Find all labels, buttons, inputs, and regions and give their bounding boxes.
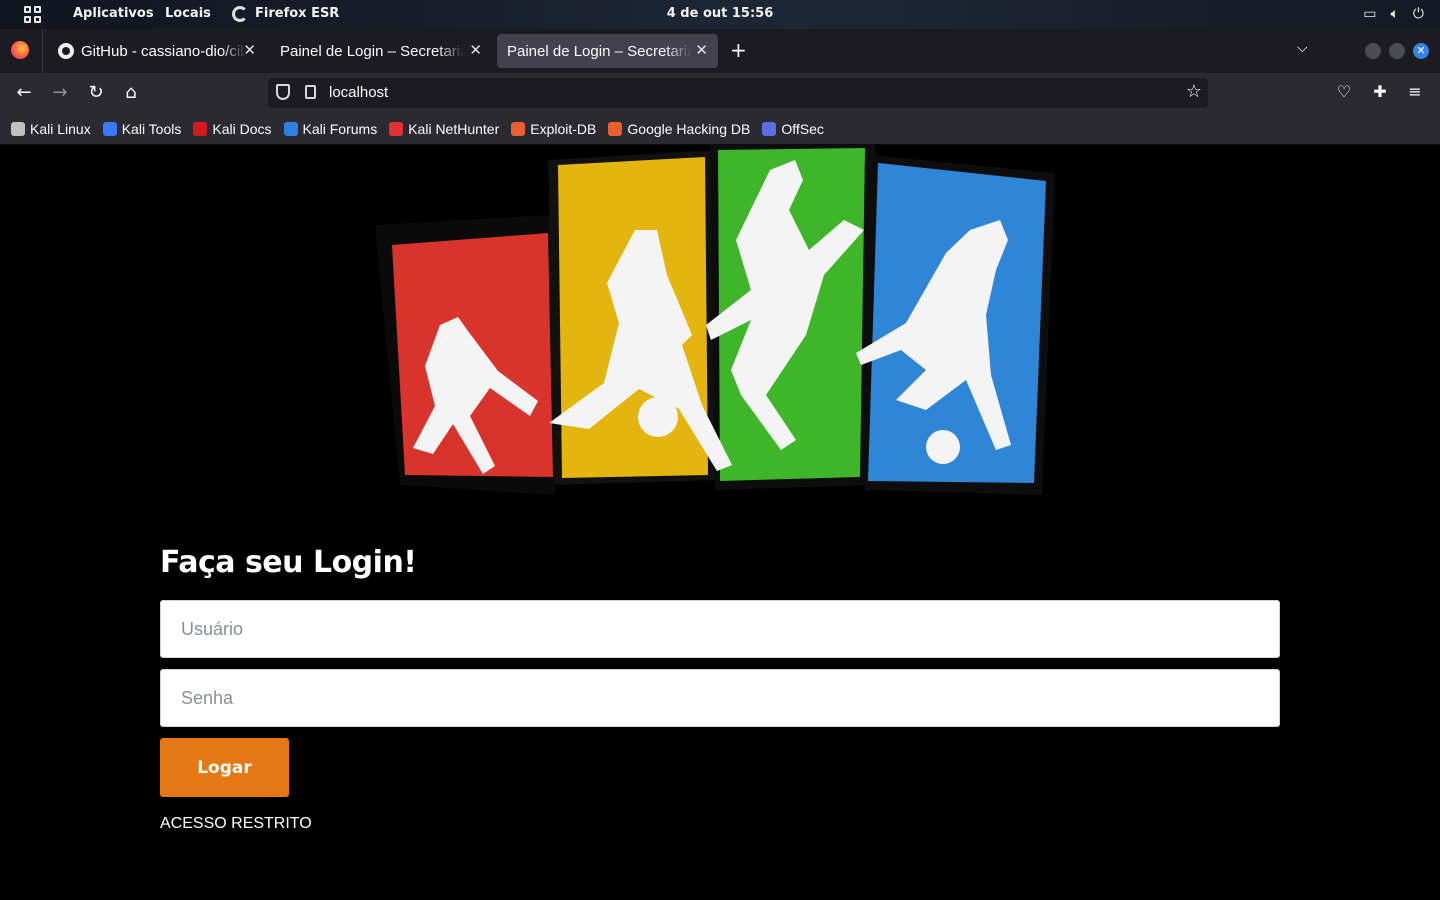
tab-title: Painel de Login – Secretaria d [507,42,692,60]
kali-forums-icon [283,121,298,136]
username-input[interactable] [160,600,1280,658]
system-top-panel: Aplicativos Locais Firefox ESR 4 de out … [0,0,1440,29]
kali-tools-icon [102,121,117,136]
kali-nethunter-icon [389,121,404,136]
close-tab-icon[interactable]: ✕ [469,41,482,59]
page-content: Faça seu Login! Logar ACESSO RESTRITO [0,145,1440,900]
close-window-button[interactable]: ✕ [1413,43,1429,59]
new-tab-button[interactable]: + [730,38,747,62]
power-icon[interactable]: ⏻ [1413,5,1424,23]
restricted-access-label: ACESSO RESTRITO [160,815,312,832]
exploit-db-icon [511,121,526,136]
back-button[interactable]: ← [13,82,35,104]
tab-title: Painel de Login – Secretaria d [280,42,465,60]
ghdb-icon [608,121,623,136]
list-all-tabs-icon[interactable]: ⌵ [1297,40,1308,56]
bookmark-google-hacking-db[interactable]: Google Hacking DB [608,121,750,137]
url-bar[interactable]: localhost ☆ [268,78,1208,108]
bookmarks-toolbar: Kali Linux Kali Tools Kali Docs Kali For… [0,113,1440,145]
navigation-toolbar: ← → ↻ ⌂ localhost ☆ ♡ ✚ ≡ [0,73,1440,113]
extensions-icon[interactable]: ✚ [1370,82,1390,102]
bookmark-exploit-db[interactable]: Exploit-DB [511,121,596,137]
tab-login-1[interactable]: Painel de Login – Secretaria d ✕ [270,34,492,68]
tab-strip: GitHub - cassiano-dio/cib ✕ Painel de Lo… [0,29,1440,73]
volume-icon[interactable]: 🔈︎ [1391,5,1399,23]
pocket-icon[interactable]: ♡ [1334,82,1354,102]
password-input[interactable] [160,669,1280,727]
close-tab-icon[interactable]: ✕ [695,41,708,59]
bookmark-kali-tools[interactable]: Kali Tools [102,121,181,137]
bookmark-kali-linux[interactable]: Kali Linux [11,121,91,137]
home-button[interactable]: ⌂ [120,82,142,104]
forward-button[interactable]: → [49,82,71,104]
page-info-icon[interactable] [305,85,316,99]
kali-dragon-icon [11,121,25,136]
tracking-protection-icon[interactable] [276,84,290,100]
page-title: Faça seu Login! [160,545,417,580]
minimize-button[interactable] [1365,43,1381,59]
bookmark-kali-forums[interactable]: Kali Forums [283,121,377,137]
bookmark-kali-docs[interactable]: Kali Docs [193,121,272,137]
maximize-button[interactable] [1389,43,1405,59]
firefox-view-icon[interactable] [11,41,29,59]
url-text[interactable]: localhost [329,84,388,101]
bookmark-offsec[interactable]: OffSec [762,121,824,137]
close-tab-icon[interactable]: ✕ [243,41,256,59]
reload-button[interactable]: ↻ [85,82,107,104]
login-button[interactable]: Logar [160,738,289,797]
kali-docs-icon [193,121,208,136]
menu-icon[interactable]: ≡ [1405,82,1425,102]
tab-divider [42,29,43,73]
github-icon [58,43,74,59]
screen-icon[interactable]: ▭ [1363,5,1376,23]
offsec-icon [762,121,777,136]
tab-github[interactable]: GitHub - cassiano-dio/cib ✕ [48,34,266,68]
clock[interactable]: 4 de out 15:56 [0,6,1440,21]
bookmark-kali-nethunter[interactable]: Kali NetHunter [389,121,499,137]
tab-title: GitHub - cassiano-dio/cib [81,42,246,60]
bookmark-star-icon[interactable]: ☆ [1186,81,1202,102]
tab-login-active[interactable]: Painel de Login – Secretaria d ✕ [497,34,718,68]
sports-logo-image [375,145,1055,495]
